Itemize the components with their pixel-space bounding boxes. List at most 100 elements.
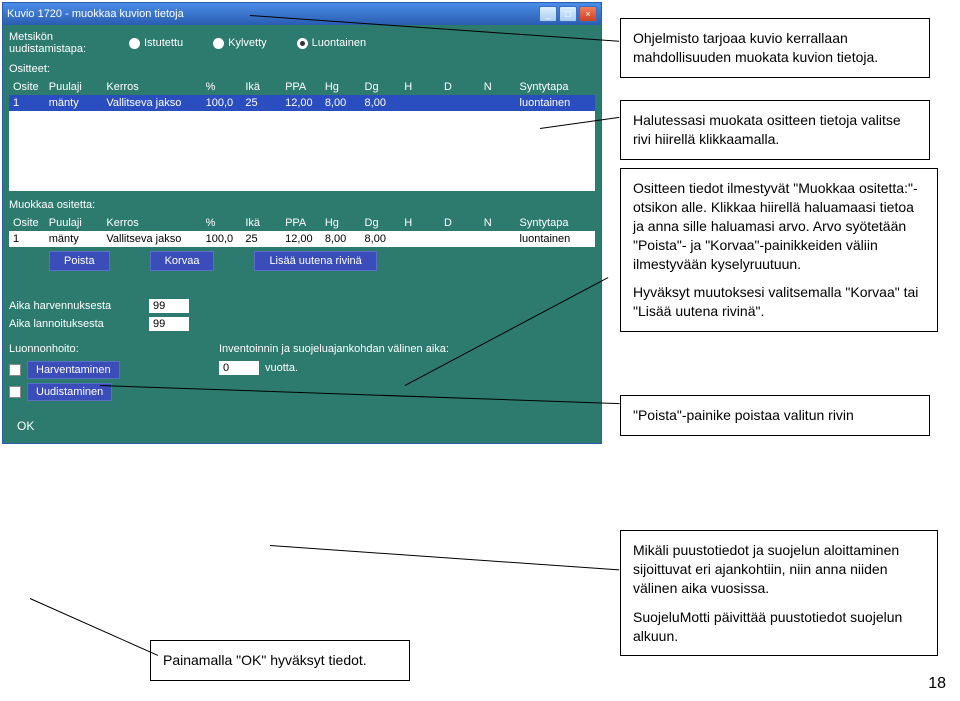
- cell: luontainen: [516, 231, 595, 247]
- bottom-panel: Luonnonhoito: Harventaminen Uudistaminen…: [9, 343, 595, 405]
- radio-icon: [129, 38, 140, 49]
- checkbox-icon: [9, 386, 21, 398]
- cell: 8,00: [321, 95, 361, 111]
- annotation-text: Halutessasi muokata ositteen tietoja val…: [633, 112, 901, 147]
- annotation-text: Ositteen tiedot ilmestyvät "Muokkaa osit…: [633, 179, 925, 273]
- cell: 1: [9, 231, 45, 247]
- annotation-text: Mikäli puustotiedot ja suojelun aloittam…: [633, 541, 925, 598]
- annotation-text: Hyväksyt muutoksesi valitsemalla "Korvaa…: [633, 283, 925, 321]
- cell: [400, 231, 440, 247]
- col-pct: %: [202, 79, 242, 95]
- col-pct: %: [202, 215, 242, 231]
- regen-label: Metsikön uudistamistapa:: [9, 31, 129, 55]
- regen-option-luontainen[interactable]: Luontainen: [297, 37, 366, 49]
- col-kerros: Kerros: [102, 215, 201, 231]
- pointer-line: [30, 598, 158, 656]
- interval-label: Inventoinnin ja suojeluajankohdan väline…: [219, 343, 595, 355]
- col-n: N: [480, 215, 516, 231]
- col-d: D: [440, 79, 480, 95]
- pointer-line: [270, 545, 619, 570]
- col-n: N: [480, 79, 516, 95]
- cell: [480, 95, 516, 111]
- col-puulaji: Puulaji: [45, 79, 103, 95]
- annotation-interval: Mikäli puustotiedot ja suojelun aloittam…: [620, 530, 938, 656]
- annotation-text: SuojeluMotti päivittää puustotiedot suoj…: [633, 608, 925, 646]
- cell: Vallitseva jakso: [102, 95, 201, 111]
- cell: mänty: [45, 95, 103, 111]
- fert-time-label: Aika lannoituksesta: [9, 318, 149, 330]
- cell: 8,00: [361, 231, 401, 247]
- col-puulaji: Puulaji: [45, 215, 103, 231]
- fert-time-row: Aika lannoituksesta 99: [9, 317, 595, 331]
- nature-thin-check[interactable]: Harventaminen: [9, 361, 219, 379]
- annotation-intro: Ohjelmisto tarjoaa kuvio kerrallaan mahd…: [620, 18, 930, 78]
- cell: 8,00: [321, 231, 361, 247]
- radio-label: Luontainen: [312, 37, 366, 49]
- radio-icon: [297, 38, 308, 49]
- col-osite: Osite: [9, 79, 45, 95]
- regen-option-istutettu[interactable]: Istutettu: [129, 37, 183, 49]
- fert-time-input[interactable]: 99: [149, 317, 189, 331]
- cell: [440, 95, 480, 111]
- parts-empty-rows[interactable]: [9, 111, 595, 191]
- col-dg: Dg: [361, 79, 401, 95]
- cell: 25: [241, 231, 281, 247]
- edit-button-row: Poista Korvaa Lisää uutena rivinä: [9, 247, 595, 275]
- nature-thin-label: Harventaminen: [27, 361, 120, 379]
- parts-table-row[interactable]: 1 mänty Vallitseva jakso 100,0 25 12,00 …: [9, 95, 595, 111]
- window-title: Kuvio 1720 - muokkaa kuvion tietoja: [7, 8, 184, 20]
- annotation-delete: "Poista"-painike poistaa valitun rivin: [620, 395, 930, 436]
- ok-button[interactable]: OK: [17, 419, 34, 433]
- cell: 12,00: [281, 231, 321, 247]
- cell: mänty: [45, 231, 103, 247]
- cell: 25: [241, 95, 281, 111]
- annotation-select-row: Halutessasi muokata ositteen tietoja val…: [620, 100, 930, 160]
- annotation-text: Ohjelmisto tarjoaa kuvio kerrallaan mahd…: [633, 30, 878, 65]
- window-body: Metsikön uudistamistapa: Istutettu Kylve…: [3, 25, 601, 443]
- parts-table-header: Osite Puulaji Kerros % Ikä PPA Hg Dg H D…: [9, 79, 595, 95]
- col-ppa: PPA: [281, 215, 321, 231]
- cell: 100,0: [202, 231, 242, 247]
- delete-button[interactable]: Poista: [49, 251, 110, 271]
- cell: 8,00: [361, 95, 401, 111]
- radio-label: Kylvetty: [228, 37, 267, 49]
- add-new-row-button[interactable]: Lisää uutena rivinä: [254, 251, 376, 271]
- regen-option-kylvetty[interactable]: Kylvetty: [213, 37, 267, 49]
- minimize-button[interactable]: _: [539, 6, 557, 22]
- nature-label: Luonnonhoito:: [9, 343, 219, 355]
- titlebar[interactable]: Kuvio 1720 - muokkaa kuvion tietoja _ □ …: [3, 3, 601, 25]
- page-number: 18: [928, 675, 946, 693]
- close-button[interactable]: ×: [579, 6, 597, 22]
- col-kerros: Kerros: [102, 79, 201, 95]
- dialog-window: Kuvio 1720 - muokkaa kuvion tietoja _ □ …: [2, 2, 602, 444]
- interval-input[interactable]: 0: [219, 361, 259, 375]
- radio-icon: [213, 38, 224, 49]
- replace-button[interactable]: Korvaa: [150, 251, 215, 271]
- annotation-ok: Painamalla "OK" hyväksyt tiedot.: [150, 640, 410, 681]
- col-ika: Ikä: [241, 215, 281, 231]
- cell: luontainen: [516, 95, 595, 111]
- cell: 12,00: [281, 95, 321, 111]
- col-hg: Hg: [321, 215, 361, 231]
- thin-time-input[interactable]: 99: [149, 299, 189, 313]
- col-dg: Dg: [361, 215, 401, 231]
- col-d: D: [440, 215, 480, 231]
- col-h: H: [400, 79, 440, 95]
- col-syntytapa: Syntytapa: [516, 215, 595, 231]
- cell: [480, 231, 516, 247]
- col-ppa: PPA: [281, 79, 321, 95]
- col-h: H: [400, 215, 440, 231]
- annotation-text: "Poista"-painike poistaa valitun rivin: [633, 407, 854, 423]
- ok-bar: OK: [9, 415, 595, 437]
- thin-time-label: Aika harvennuksesta: [9, 300, 149, 312]
- parts-section-label: Ositteet:: [9, 63, 595, 75]
- edit-section-label: Muokkaa ositetta:: [9, 199, 595, 211]
- cell: [440, 231, 480, 247]
- thin-time-row: Aika harvennuksesta 99: [9, 299, 595, 313]
- annotation-edit-row: Ositteen tiedot ilmestyvät "Muokkaa osit…: [620, 168, 938, 332]
- interval-unit: vuotta.: [265, 362, 298, 374]
- edit-table-row[interactable]: 1 mänty Vallitseva jakso 100,0 25 12,00 …: [9, 231, 595, 247]
- cell: Vallitseva jakso: [102, 231, 201, 247]
- edit-table-header: Osite Puulaji Kerros % Ikä PPA Hg Dg H D…: [9, 215, 595, 231]
- maximize-button[interactable]: □: [559, 6, 577, 22]
